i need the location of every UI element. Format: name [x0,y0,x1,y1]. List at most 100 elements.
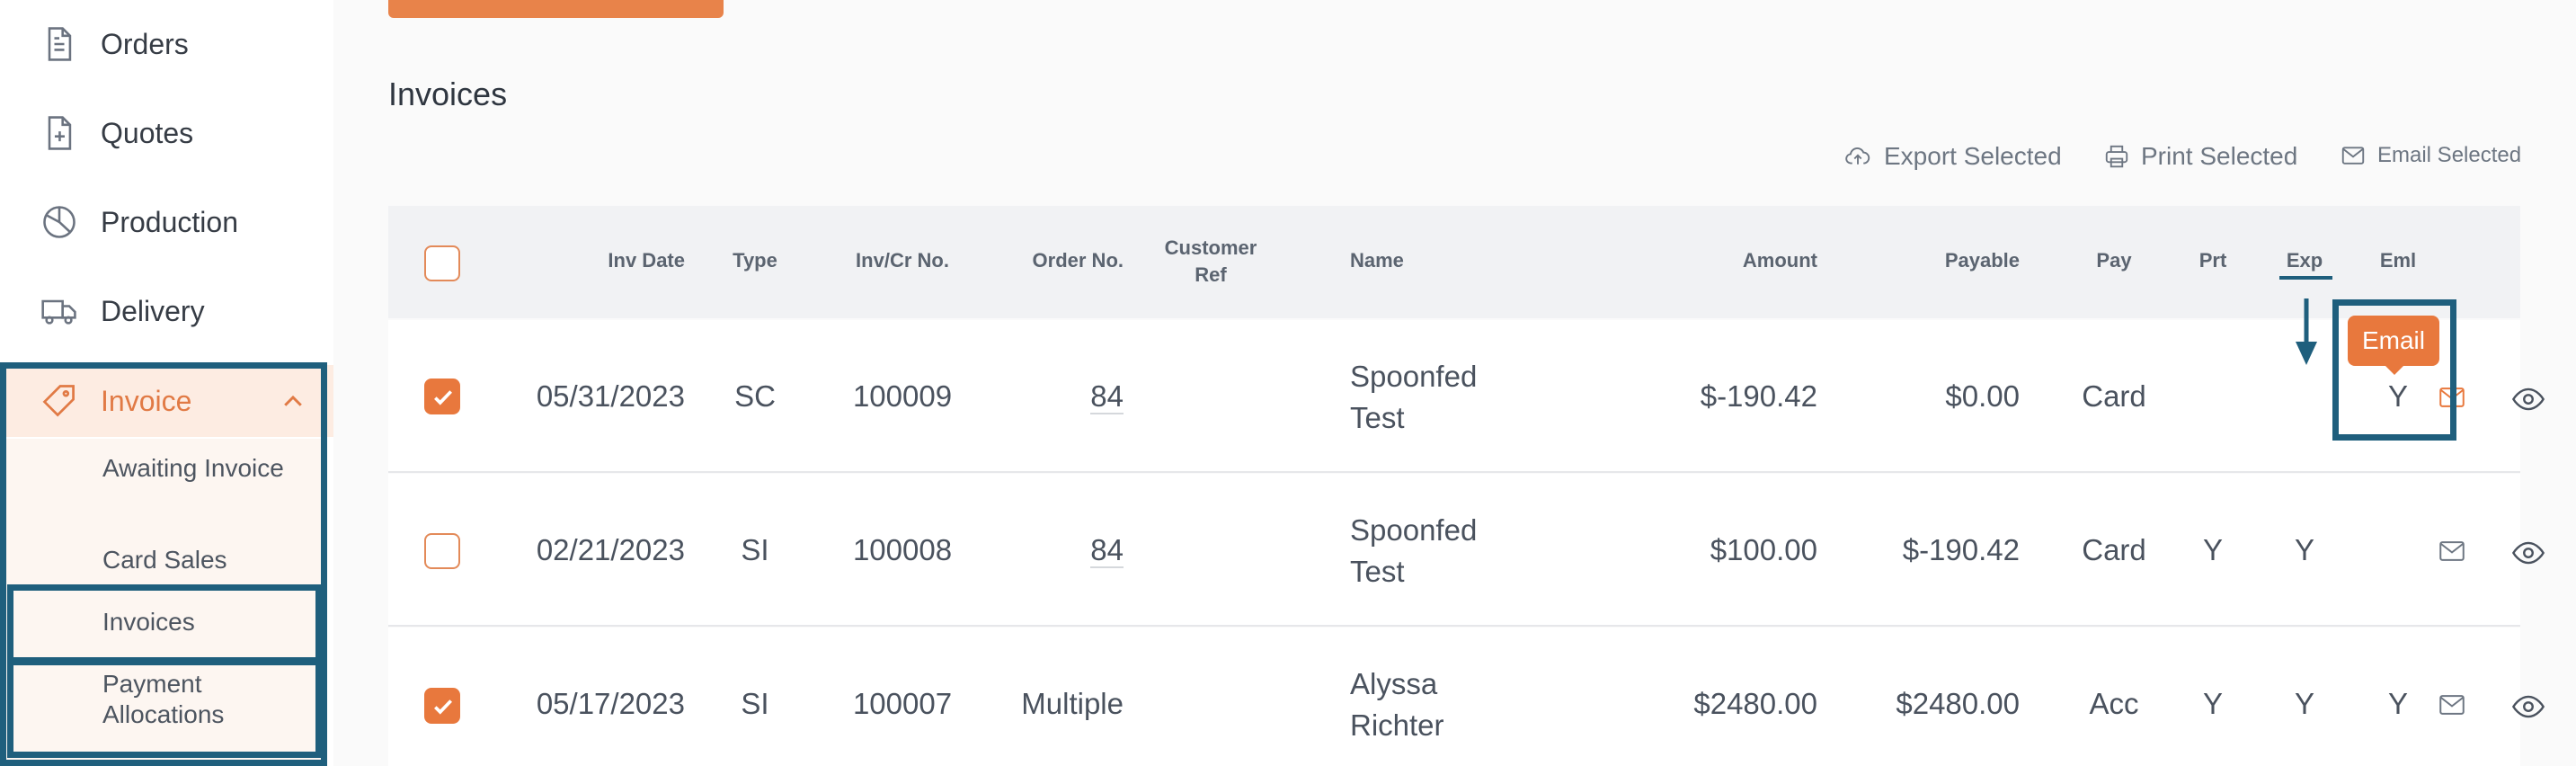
sidebar-item-orders[interactable]: Orders [0,8,333,80]
app: Orders Quotes Production Delivery Invoic… [0,0,2576,766]
column-header-payable[interactable]: Payable [1862,247,2020,274]
pie-chart-icon [43,206,76,238]
column-header-customer-ref[interactable]: Customer Ref [1152,235,1269,289]
submenu-item-card-sales[interactable]: Card Sales [102,545,227,575]
cell-exp: Y [2294,687,2314,720]
cell-exp: Y [2294,533,2314,566]
row-checkbox[interactable] [424,533,460,569]
column-header-exp[interactable]: Exp [2269,247,2341,274]
sidebar-item-label: Production [101,205,238,238]
email-selected-button[interactable]: Email Selected [2340,142,2521,169]
email-invoice-icon[interactable] [2437,382,2467,413]
submenu-item-invoices[interactable]: Invoices [102,607,195,637]
sidebar-item-label: Quotes [101,116,194,149]
cell-name: Spoonfed Test [1350,510,1477,592]
table-row[interactable]: 05/17/2023 SI 100007 Multiple Alyssa Ric… [388,628,2545,766]
printer-icon [2105,145,2128,168]
order-link[interactable]: 84 [1090,533,1124,568]
sidebar-item-delivery[interactable]: Delivery [0,275,333,347]
cell-order-no[interactable]: 84 [982,530,1124,571]
email-selected-label: Email Selected [2377,143,2522,167]
invoice-submenu: Awaiting Invoice Card Sales Invoices Pay… [0,439,325,766]
eye-icon[interactable] [2511,536,2545,570]
truck-icon [41,299,76,325]
cell-inv-date: 05/17/2023 [536,687,685,720]
email-invoice-icon[interactable] [2437,536,2467,566]
cell-name: Spoonfed Test [1350,356,1477,439]
customer-ref-line-1: Customer [1164,236,1257,259]
eye-icon[interactable] [2511,382,2545,416]
cell-type: SC [734,379,776,413]
export-selected-label: Export Selected [1884,142,2062,170]
submenu-item-awaiting-invoice[interactable]: Awaiting Invoice [102,453,300,484]
column-header-amount[interactable]: Amount [1665,247,1817,274]
tag-icon [42,385,75,417]
email-invoice-icon[interactable] [2437,690,2467,720]
cell-inv-no: 100009 [852,379,953,413]
cell-payable: $2480.00 [1896,687,2020,720]
document-plus-icon [48,116,72,150]
submenu-item-payment-allocations[interactable]: Payment Allocations [102,669,300,730]
cell-inv-date: 02/21/2023 [536,533,685,566]
column-header-inv-date[interactable]: Inv Date [550,247,685,274]
select-all-checkbox[interactable] [424,245,460,281]
column-header-pay[interactable]: Pay [2069,247,2159,274]
column-header-type[interactable]: Type [719,247,791,274]
cell-inv-no: 100007 [852,687,953,720]
active-indicator [0,365,5,437]
cell-inv-no: 100008 [852,533,953,566]
cloud-upload-icon [1845,147,1870,165]
cell-inv-date: 05/31/2023 [536,379,685,413]
cell-type: SI [741,687,769,720]
cell-pay: Card [2082,533,2146,566]
mail-icon [2341,147,2365,165]
customer-ref-line-2: Ref [1195,263,1227,286]
sidebar: Orders Quotes Production Delivery Invoic… [0,0,333,766]
name-line-1: Spoonfed [1350,360,1478,393]
email-tooltip: Email [2348,316,2439,375]
column-header-inv-no[interactable]: Inv/Cr No. [831,247,974,274]
cell-prt: Y [2202,687,2223,720]
print-selected-button[interactable]: Print Selected [2103,142,2297,171]
cell-order-no[interactable]: 84 [982,376,1124,417]
name-line-1: Alyssa [1350,667,1438,700]
order-link[interactable]: 84 [1090,379,1124,414]
chevron-up-icon[interactable] [280,388,306,415]
cell-amount: $2480.00 [1693,687,1817,720]
eml-column-indicator [2279,276,2332,280]
page-title: Invoices [388,76,508,112]
cell-amount: $100.00 [1710,533,1817,566]
row-checkbox[interactable] [424,688,460,724]
cell-payable: $-190.42 [1902,533,2020,566]
eye-icon[interactable] [2511,690,2545,724]
row-checkbox[interactable] [424,379,460,414]
cell-pay: Acc [2089,687,2139,720]
main-content: Invoices Export Selected Print Selected … [333,0,2576,766]
column-header-eml[interactable]: Eml [2362,247,2434,274]
table-row[interactable]: 02/21/2023 SI 100008 84 Spoonfed Test $1… [388,474,2545,627]
cell-payable: $0.00 [1945,379,2020,413]
name-line-2: Test [1350,555,1405,588]
table-row[interactable]: 05/31/2023 SC 100009 84 Spoonfed Test $-… [388,320,2545,473]
sidebar-item-production[interactable]: Production [0,186,333,258]
export-selected-button[interactable]: Export Selected [1843,142,2062,171]
checkmark-icon [434,699,452,715]
document-icon [48,27,72,61]
name-line-1: Spoonfed [1350,513,1478,547]
cell-order-no: Multiple [1021,687,1124,720]
column-header-name[interactable]: Name [1350,247,1404,274]
cell-prt: Y [2202,533,2223,566]
cell-pay: Card [2082,379,2146,413]
sidebar-item-quotes[interactable]: Quotes [0,97,333,169]
cell-type: SI [741,533,769,566]
column-header-order-no[interactable]: Order No. [982,247,1124,274]
primary-action-button[interactable] [388,0,724,18]
name-line-2: Test [1350,401,1405,434]
table-header: Inv Date Type Inv/Cr No. Order No. Custo… [388,206,2520,318]
sidebar-item-label: Invoice [101,384,192,417]
cell-name: Alyssa Richter [1350,664,1444,746]
name-line-2: Richter [1350,708,1444,742]
column-header-prt[interactable]: Prt [2177,247,2249,274]
checkmark-icon [434,390,452,405]
sidebar-item-invoice[interactable]: Invoice [0,365,333,437]
